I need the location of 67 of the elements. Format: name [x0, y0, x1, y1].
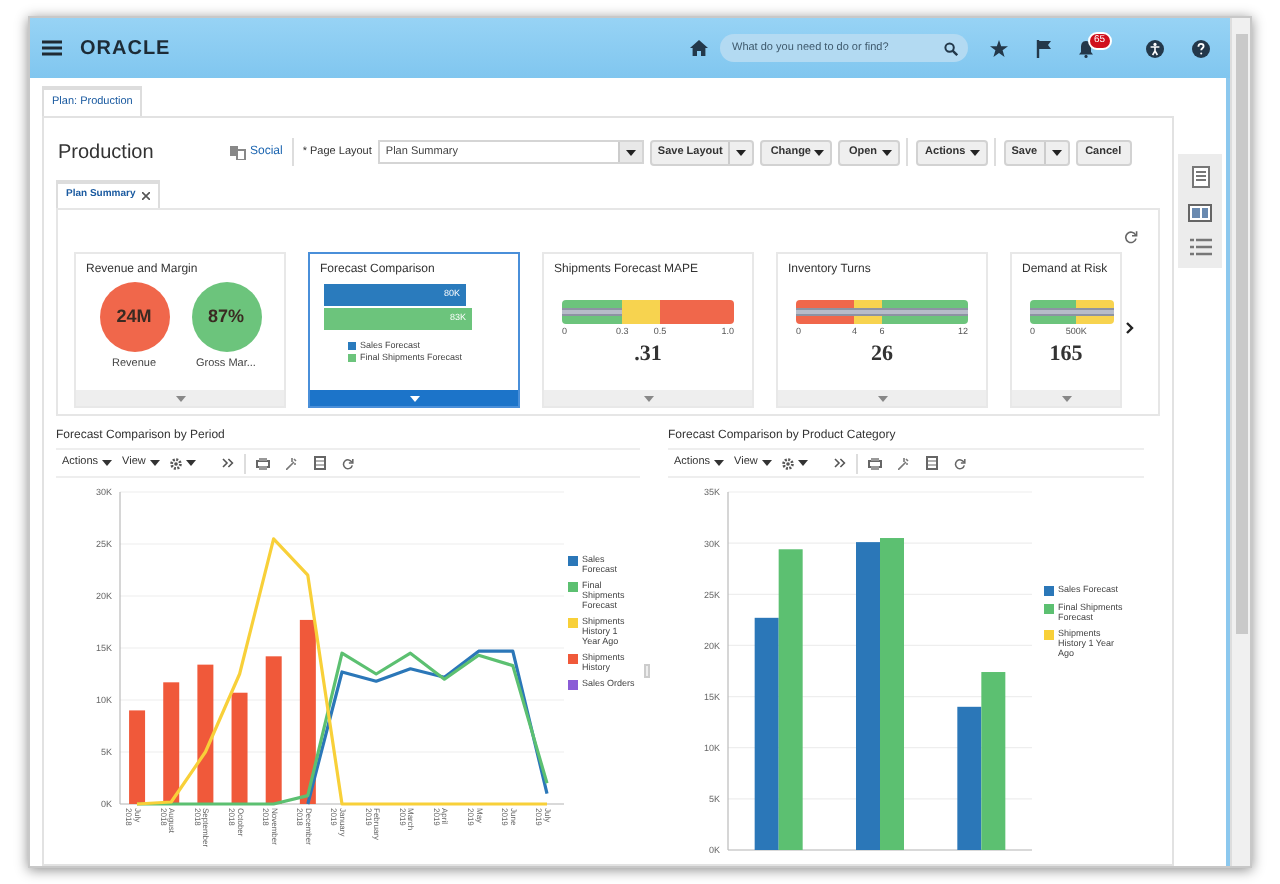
sparkle-icon[interactable] [897, 457, 910, 469]
home-icon[interactable] [690, 40, 708, 56]
splitter-handle[interactable] [644, 664, 650, 678]
search-icon[interactable] [944, 41, 958, 55]
layout-icon[interactable] [1188, 204, 1212, 222]
flag-icon[interactable] [1036, 39, 1052, 57]
metric-value: 24M [116, 303, 152, 330]
gear-icon [169, 457, 182, 469]
caret-icon [1061, 395, 1071, 401]
refresh-icon[interactable] [341, 457, 354, 469]
double-chevron-icon[interactable] [221, 458, 234, 468]
star-icon[interactable] [990, 39, 1008, 57]
caret-icon [736, 149, 747, 155]
scrollbar[interactable] [1230, 18, 1250, 866]
bar [163, 682, 180, 804]
caret-icon [881, 149, 892, 155]
gauge-value-bar [562, 308, 623, 316]
list-icon[interactable] [1189, 238, 1211, 256]
caret-icon [409, 395, 419, 401]
menu-icon[interactable] [42, 40, 62, 56]
tile-footer[interactable] [1012, 390, 1120, 406]
caret-icon [797, 460, 808, 466]
metric-value: 87% [207, 303, 244, 330]
help-icon[interactable] [1192, 39, 1210, 57]
caret-icon [149, 460, 160, 466]
gear-menu[interactable] [169, 457, 196, 469]
caret-icon [761, 460, 772, 466]
chevron-right-icon[interactable] [1126, 322, 1134, 334]
caret-icon [714, 460, 725, 466]
table-icon[interactable] [925, 456, 938, 470]
social-icon [230, 145, 246, 159]
gauge-value-bar [1030, 308, 1114, 316]
print-icon[interactable] [255, 457, 270, 469]
logo: ORACLE [80, 35, 171, 63]
bar [129, 710, 146, 804]
bar [957, 706, 982, 850]
bar [231, 692, 248, 804]
kpi-value: 165 [1049, 340, 1083, 370]
caret-icon [814, 149, 825, 155]
accessibility-icon[interactable] [1146, 39, 1164, 57]
tile-footer[interactable] [310, 390, 518, 406]
sparkle-icon[interactable] [285, 457, 298, 469]
refresh-icon[interactable] [1124, 230, 1138, 244]
refresh-icon[interactable] [953, 457, 966, 469]
caret-icon [877, 395, 887, 401]
tile-footer[interactable] [76, 390, 284, 406]
table-icon[interactable] [313, 456, 326, 470]
print-icon[interactable] [867, 457, 882, 469]
gear-menu[interactable] [781, 457, 808, 469]
close-icon[interactable] [141, 192, 150, 200]
double-chevron-icon[interactable] [833, 458, 846, 468]
page-title: Production [58, 139, 156, 167]
caret-icon [643, 395, 653, 401]
kpi-value: 26 [871, 340, 893, 370]
caret-icon [1051, 149, 1062, 155]
gear-icon [781, 457, 794, 469]
caret-icon [625, 149, 636, 155]
bell-icon[interactable] [1078, 40, 1094, 58]
document-icon[interactable] [1191, 166, 1209, 188]
tile-footer[interactable] [778, 390, 986, 406]
caret-icon [102, 460, 113, 466]
bar [197, 664, 214, 804]
caret-icon [185, 460, 196, 466]
kpi-value: .31 [634, 340, 662, 370]
caret-icon [175, 395, 185, 401]
tile-footer[interactable] [544, 390, 752, 406]
caret-icon [969, 149, 980, 155]
